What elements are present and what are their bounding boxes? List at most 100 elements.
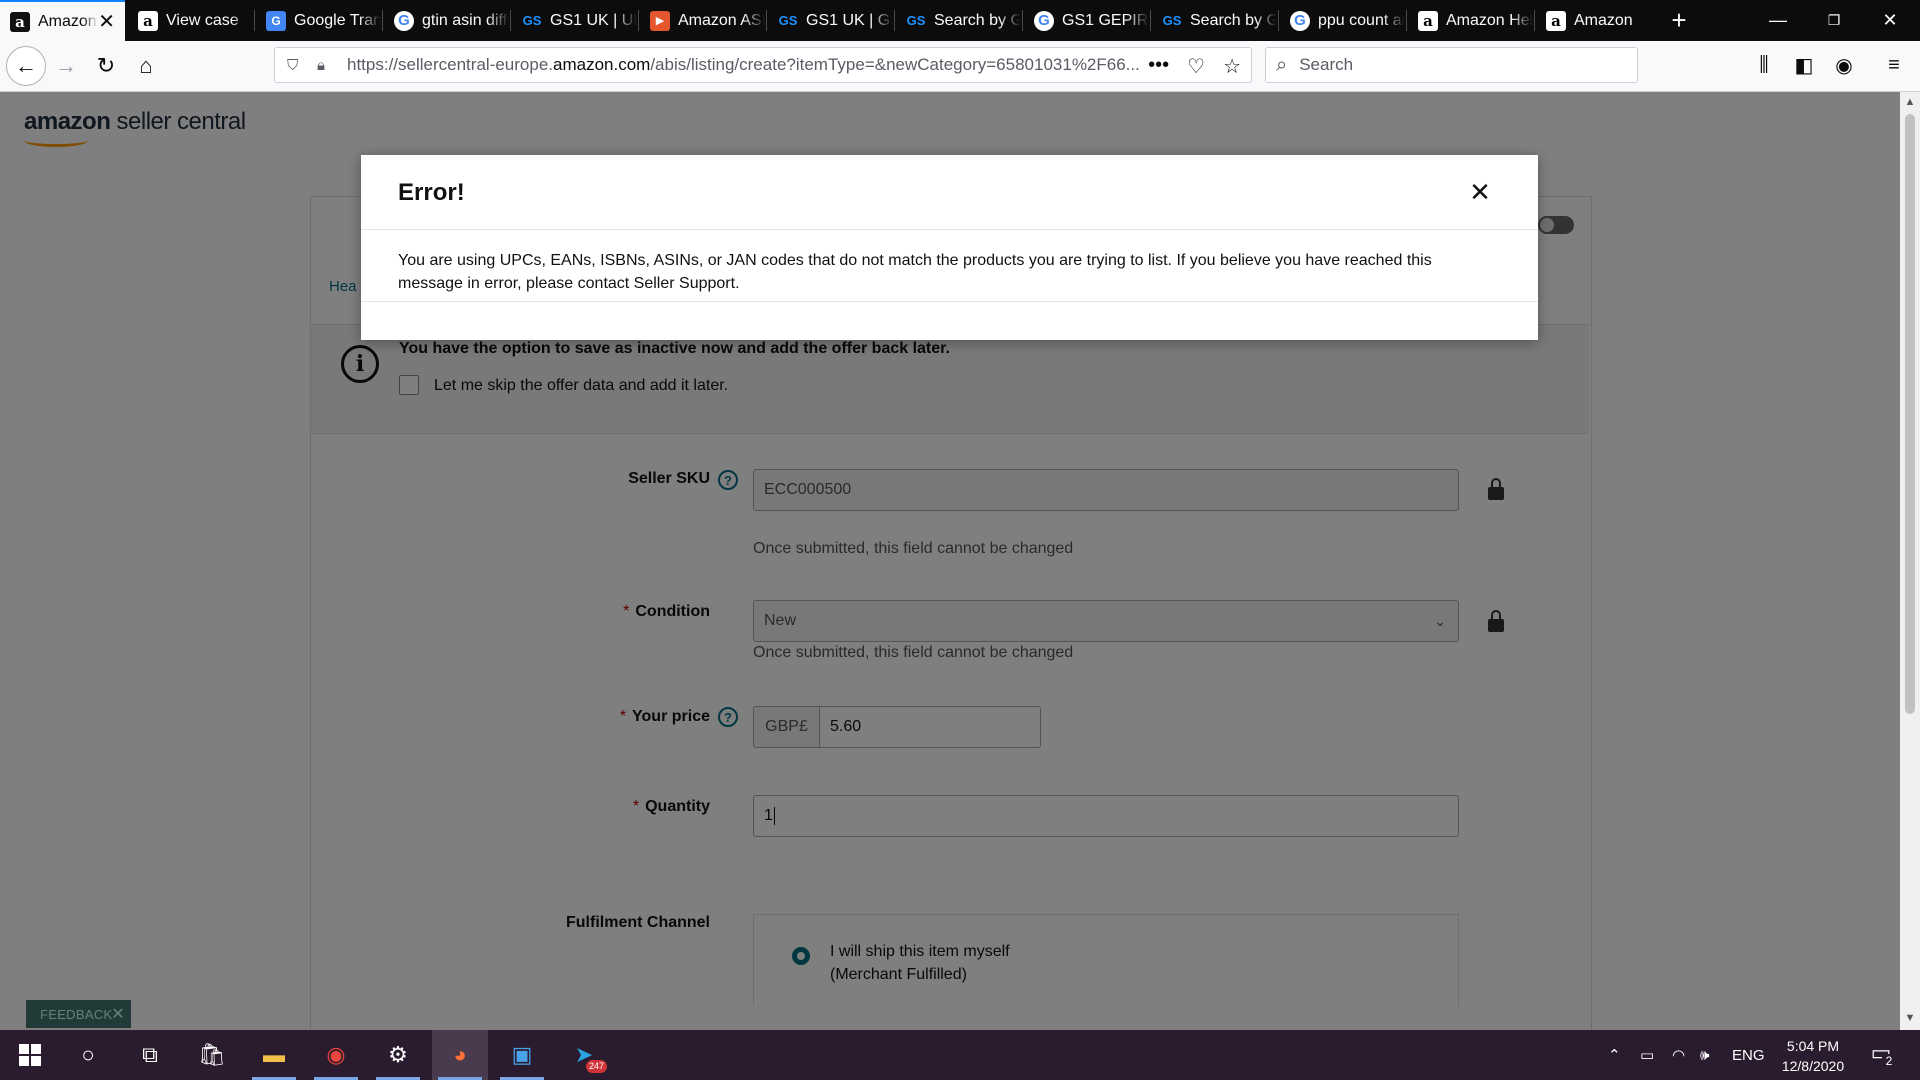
settings-gear-icon[interactable]: ⚙ [370,1030,426,1080]
show-hidden-icons[interactable]: ⌃ [1608,1030,1621,1080]
home-button[interactable]: ⌂ [128,48,164,84]
tab-amazon[interactable]: a Amazon [1536,0,1661,41]
search-circle-icon[interactable]: ○ [60,1030,116,1080]
tab-gs1-uk-2[interactable]: GS GS1 UK | GS1 [768,0,893,41]
new-tab-button[interactable]: + [1664,5,1694,35]
task-view-icon[interactable]: ⧉ [122,1030,178,1080]
padlock-icon[interactable]: 🔒︎ [317,57,333,74]
firefox-icon[interactable]: ◕ [432,1030,488,1080]
tab-separator [1022,10,1023,31]
reload-button[interactable]: ↻ [88,48,124,84]
restore-button[interactable]: ❐ [1806,0,1862,41]
tab-title: ppu count amazon [1318,11,1405,29]
notification-center-icon[interactable]: ▭ 2 [1866,1040,1896,1070]
tab-separator [766,10,767,31]
chrome-icon[interactable]: ◉ [308,1030,364,1080]
tracking-shield-icon[interactable]: ⛉ [287,57,303,74]
tab-separator [1150,10,1151,31]
volume-icon[interactable]: 🕪︎ [1700,1030,1709,1080]
search-bar[interactable]: ⌕ [1265,47,1638,83]
tab-google-translate[interactable]: G Google Translate [256,0,381,41]
url-text[interactable]: https://sellercentral-europe.amazon.com/… [347,55,1147,75]
tab-title: GS1 UK | GS1 [806,11,893,29]
close-tab-icon[interactable]: ✕ [98,9,115,34]
tab-separator [382,10,383,31]
notification-count: 2 [1882,1054,1896,1068]
tab-gtin-asin[interactable]: G gtin asin difference [384,0,509,41]
browser-tab-strip: a Amazon ✕ a View case G Google Translat… [0,0,1920,41]
library-icon[interactable]: ⫼ [1748,49,1780,81]
tab-amazon-active[interactable]: a Amazon ✕ [0,0,125,41]
tab-separator [1406,10,1407,31]
tab-separator [510,10,511,31]
bookmark-star-icon[interactable]: ☆ [1223,54,1241,79]
search-input[interactable] [1297,54,1602,76]
url-prefix: https://sellercentral-europe. [347,55,553,74]
tab-search-gtin-2[interactable]: GS Search by GTIN [1152,0,1277,41]
start-button[interactable] [2,1030,58,1080]
google-icon: G [1290,10,1310,31]
error-modal: Error! ✕ You are using UPCs, EANs, ISBNs… [361,155,1538,340]
scroll-up-icon[interactable]: ▲ [1904,96,1916,108]
language-indicator[interactable]: ENG [1732,1030,1765,1080]
google-translate-icon: G [266,10,286,31]
tab-title: gtin asin difference [422,11,509,29]
google-icon: G [394,10,414,31]
tab-title: View case [166,11,239,29]
navigation-toolbar: ← → ↻ ⌂ ⛉ 🔒︎ https://sellercentral-europ… [0,41,1920,92]
url-suffix: /abis/listing/create?itemType=&newCatego… [650,55,1140,74]
gs1-icon: GS [906,13,926,28]
windows-logo-icon [19,1044,41,1066]
tab-separator [1278,10,1279,31]
clock[interactable]: 5:04 PM 12/8/2020 [1768,1036,1858,1076]
url-bar[interactable]: ⛉ 🔒︎ https://sellercentral-europe.amazon… [274,47,1252,83]
photos-icon[interactable]: ▣ [494,1030,550,1080]
modal-title: Error! [398,179,465,206]
menu-icon[interactable]: ≡ [1878,49,1910,81]
close-window-button[interactable]: ✕ [1862,0,1918,41]
telegram-icon[interactable]: ➤ 247 [556,1030,612,1080]
tab-amazon-asin[interactable]: ▶ Amazon ASIN [640,0,765,41]
tab-title: Search by GTIN [934,11,1021,29]
clock-date: 12/8/2020 [1781,1058,1845,1074]
account-icon[interactable]: ◉ [1828,49,1860,81]
tab-amazon-help[interactable]: a Amazon Help [1408,0,1533,41]
tab-ppu-count[interactable]: G ppu count amazon [1280,0,1405,41]
scroll-down-icon[interactable]: ▼ [1904,1012,1916,1024]
tab-view-case[interactable]: a View case [128,0,253,41]
url-domain: amazon.com [553,55,651,74]
tab-gs1-gepir[interactable]: G GS1 GEPIR [1024,0,1149,41]
telegram-badge: 247 [586,1060,608,1073]
modal-divider [361,301,1538,302]
tab-title: Amazon ASIN [678,11,765,29]
tab-title: Google Translate [294,11,381,29]
tab-title: Amazon [38,12,97,30]
wifi-icon[interactable]: ◠ [1672,1030,1685,1080]
scrollbar-thumb[interactable] [1905,114,1915,714]
tab-title: Search by GTIN [1190,11,1277,29]
tab-separator [254,10,255,31]
windows-taskbar: ○ ⧉ 🛍︎ ▬ ◉ ⚙ ◕ ▣ ➤ 247 ⌃ ▭ ◠ 🕪︎ ENG 5:04 … [0,1030,1920,1080]
gs1-icon: GS [778,13,798,28]
google-icon: G [1034,10,1054,31]
forward-button[interactable]: → [48,48,84,84]
amazon-icon: a [138,10,158,31]
vertical-scrollbar[interactable]: ▲ ▼ [1900,92,1920,1030]
hcm-icon: ▶ [650,10,670,31]
pocket-icon[interactable]: ♡ [1187,54,1205,79]
tab-separator [894,10,895,31]
store-icon[interactable]: 🛍︎ [184,1030,240,1080]
battery-icon[interactable]: ▭ [1640,1030,1654,1080]
tab-gs1-uk[interactable]: GS GS1 UK | UK [512,0,637,41]
tab-separator [1534,10,1535,31]
gs1-icon: GS [1162,13,1182,28]
tab-search-gtin[interactable]: GS Search by GTIN [896,0,1021,41]
back-button[interactable]: ← [6,46,46,86]
tab-title: Amazon Help [1446,11,1533,29]
minimize-button[interactable]: — [1750,0,1806,41]
amazon-icon: a [10,11,30,32]
close-icon[interactable]: ✕ [1465,177,1495,207]
page-actions-icon[interactable]: ••• [1148,54,1169,79]
file-explorer-icon[interactable]: ▬ [246,1030,302,1080]
sidebar-icon[interactable]: ◧ [1788,49,1820,81]
